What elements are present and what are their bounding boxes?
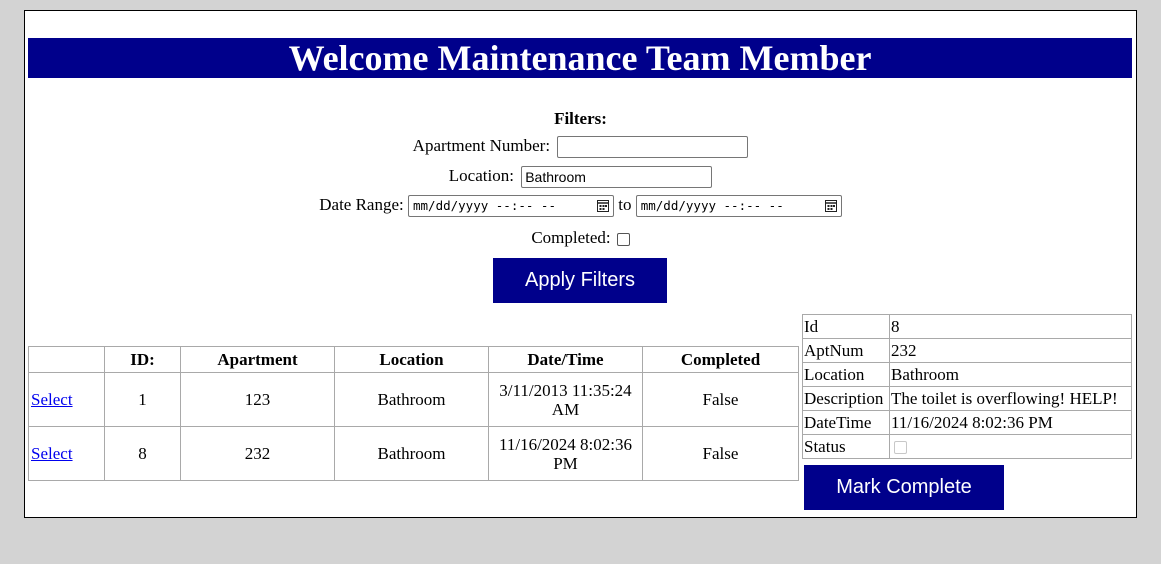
- filters-heading: Filters:: [554, 109, 607, 128]
- column-header-select: [28, 346, 105, 373]
- location-filter-row: Location:: [25, 166, 1136, 189]
- column-header-id: ID:: [104, 346, 181, 373]
- status-checkbox: [894, 441, 907, 455]
- column-header-apartment: Apartment: [180, 346, 335, 373]
- detail-label: Status: [802, 434, 890, 459]
- detail-row: Id 8: [802, 314, 1132, 339]
- calendar-icon[interactable]: [824, 199, 837, 213]
- date-from-input[interactable]: mm/dd/yyyy --:-- --: [408, 195, 614, 218]
- select-link[interactable]: Select: [31, 444, 73, 463]
- detail-row: DateTime 11/16/2024 8:02:36 PM: [802, 410, 1132, 435]
- detail-value: Bathroom: [889, 362, 1132, 387]
- date-from-placeholder: mm/dd/yyyy --:-- --: [413, 198, 556, 214]
- date-to-input[interactable]: mm/dd/yyyy --:-- --: [635, 195, 842, 218]
- detail-row: Location Bathroom: [802, 362, 1132, 387]
- detail-value: 11/16/2024 8:02:36 PM: [889, 410, 1132, 435]
- date-to-placeholder: mm/dd/yyyy --:-- --: [640, 198, 784, 214]
- detail-label: AptNum: [802, 338, 890, 363]
- requests-table: ID: Apartment Location Date/Time Complet…: [28, 346, 799, 481]
- apartment-input[interactable]: [557, 136, 749, 159]
- completed-filter-row: Completed:: [25, 228, 1136, 248]
- select-cell: Select: [28, 372, 105, 427]
- id-cell: 1: [104, 372, 181, 427]
- apartment-cell: 232: [180, 426, 335, 481]
- apartment-cell: 123: [180, 372, 335, 427]
- table-row: Select 8 232 Bathroom 11/16/2024 8:02:36…: [28, 426, 799, 481]
- table-row: Select 1 123 Bathroom 3/11/2013 11:35:24…: [28, 372, 799, 427]
- detail-label: DateTime: [802, 410, 890, 435]
- datetime-cell: 11/16/2024 8:02:36 PM: [488, 426, 643, 481]
- apply-filters-button[interactable]: Apply Filters: [493, 258, 667, 303]
- completed-checkbox[interactable]: [616, 232, 630, 246]
- date-range-label: Date Range:: [319, 195, 404, 214]
- table-header-row: ID: Apartment Location Date/Time Complet…: [28, 346, 799, 373]
- detail-row: Status: [802, 434, 1132, 459]
- location-cell: Bathroom: [334, 372, 489, 427]
- apartment-label: Apartment Number:: [412, 136, 551, 155]
- datetime-cell: 3/11/2013 11:35:24 AM: [488, 372, 643, 427]
- column-header-datetime: Date/Time: [488, 346, 643, 373]
- column-header-completed: Completed: [642, 346, 799, 373]
- detail-value: The toilet is overflowing! HELP!: [889, 386, 1132, 411]
- detail-row: Description The toilet is overflowing! H…: [802, 386, 1132, 411]
- location-cell: Bathroom: [334, 426, 489, 481]
- apartment-filter-row: Apartment Number:: [25, 136, 1136, 159]
- mark-complete-button[interactable]: Mark Complete: [804, 465, 1004, 510]
- detail-label: Description: [802, 386, 890, 411]
- detail-row: AptNum 232: [802, 338, 1132, 363]
- completed-cell: False: [642, 426, 799, 481]
- id-cell: 8: [104, 426, 181, 481]
- date-range-separator: to: [618, 195, 632, 214]
- detail-value: 8: [889, 314, 1132, 339]
- detail-value: [889, 434, 1132, 459]
- calendar-icon[interactable]: [597, 199, 609, 213]
- detail-value: 232: [889, 338, 1132, 363]
- completed-cell: False: [642, 372, 799, 427]
- completed-label: Completed:: [531, 228, 611, 247]
- column-header-location: Location: [334, 346, 489, 373]
- select-cell: Select: [28, 426, 105, 481]
- page-panel: Welcome Maintenance Team Member Filters:…: [24, 10, 1137, 518]
- select-link[interactable]: Select: [31, 390, 73, 409]
- detail-label: Location: [802, 362, 890, 387]
- location-label: Location:: [448, 166, 514, 185]
- page-title: Welcome Maintenance Team Member: [28, 38, 1132, 78]
- request-detail-table: Id 8 AptNum 232 Location Bathroom Descri…: [802, 314, 1132, 459]
- detail-label: Id: [802, 314, 890, 339]
- location-input[interactable]: [521, 166, 713, 189]
- date-range-row: Date Range: mm/dd/yyyy --:-- -- to mm/dd…: [25, 195, 1136, 218]
